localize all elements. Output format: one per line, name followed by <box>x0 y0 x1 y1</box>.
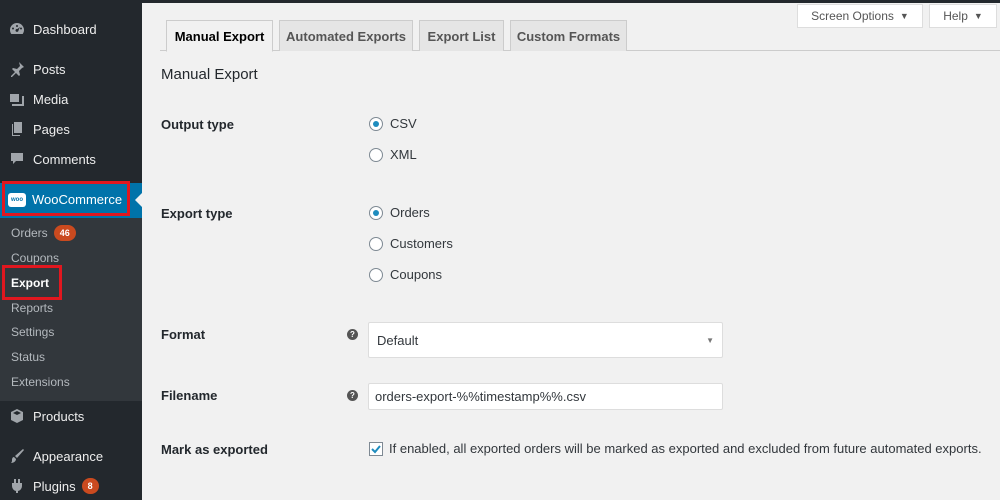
sidebar-item-label: Pages <box>33 121 70 137</box>
output-type-xml[interactable]: XML <box>369 147 417 162</box>
pages-icon <box>7 119 27 139</box>
top-strip <box>0 0 1000 3</box>
radio-button[interactable] <box>369 147 383 162</box>
caret-down-icon: ▼ <box>899 11 909 21</box>
format-select[interactable]: Default ▼ <box>368 322 723 358</box>
submenu-item-reports[interactable]: Reports <box>11 301 53 315</box>
tab-label: Export List <box>427 28 496 44</box>
submenu-label: Orders <box>11 226 48 240</box>
sidebar-item-label: WooCommerce <box>32 192 123 207</box>
submenu-label: Export <box>11 276 50 290</box>
output-type-label: Output type <box>161 117 234 132</box>
submenu-item-coupons[interactable]: Coupons <box>11 251 59 265</box>
submenu-item-export[interactable]: Export <box>11 276 49 290</box>
sidebar-item-label: Media <box>33 91 69 107</box>
submenu-label: Reports <box>11 301 54 315</box>
export-type-label: Export type <box>161 206 233 221</box>
output-type-csv[interactable]: CSV <box>369 116 417 131</box>
export-type-coupons[interactable]: Coupons <box>369 267 442 282</box>
sidebar-item-media[interactable]: Media <box>0 84 142 114</box>
current-menu-arrow <box>135 192 143 208</box>
radio-label: XML <box>390 147 417 162</box>
format-label: Format <box>161 327 206 342</box>
submenu-label: Coupons <box>11 251 60 265</box>
export-type-customers[interactable]: Customers <box>369 236 453 251</box>
sidebar-item-appearance[interactable]: Appearance <box>0 441 142 471</box>
help-label: Help <box>943 9 968 23</box>
sidebar-item-posts[interactable]: Posts <box>0 54 142 84</box>
mark-exported-label: Mark as exported <box>161 442 268 457</box>
admin-sidebar: Dashboard Posts Media Pages Comments woo… <box>0 0 143 500</box>
submenu-item-orders[interactable]: Orders 46 <box>11 225 76 241</box>
export-type-orders[interactable]: Orders <box>369 205 430 220</box>
radio-label: CSV <box>390 116 417 131</box>
sidebar-item-woocommerce[interactable]: woo WooCommerce <box>0 183 142 218</box>
screen-options-button[interactable]: Screen Options ▼ <box>797 4 923 28</box>
radio-button[interactable] <box>369 267 383 282</box>
tab-label: Manual Export <box>174 28 265 44</box>
radio-label: Coupons <box>390 267 443 282</box>
help-button[interactable]: Help ▼ <box>929 4 997 28</box>
sidebar-item-label: Plugins <box>33 478 76 494</box>
tab-automated-exports[interactable]: Automated Exports <box>279 20 413 51</box>
format-selected-value: Default <box>377 332 419 348</box>
sidebar-item-label: Comments <box>33 151 96 167</box>
radio-button[interactable] <box>369 236 383 251</box>
submenu-item-settings[interactable]: Settings <box>11 325 54 339</box>
radio-button[interactable] <box>369 116 383 131</box>
tab-manual-export[interactable]: Manual Export <box>166 20 273 52</box>
filename-input[interactable]: orders-export-%%timestamp%%.csv <box>368 383 723 410</box>
submenu-label: Settings <box>11 325 55 339</box>
dashboard-icon <box>7 19 27 39</box>
products-icon <box>7 406 27 426</box>
tab-label: Custom Formats <box>516 28 621 44</box>
page-title: Manual Export <box>161 66 258 83</box>
submenu-label: Status <box>11 350 46 364</box>
help-tip-icon[interactable]: ? <box>347 390 358 401</box>
caret-down-icon: ▼ <box>973 11 983 21</box>
checkmark-icon <box>371 444 381 453</box>
radio-label: Orders <box>390 205 430 220</box>
screen-options-label: Screen Options <box>811 9 894 23</box>
sidebar-item-plugins[interactable]: Plugins 8 <box>0 471 142 500</box>
plugin-icon <box>7 476 27 496</box>
sidebar-item-label: Posts <box>33 61 66 77</box>
sidebar-item-label: Appearance <box>33 448 104 464</box>
tab-export-list[interactable]: Export List <box>419 20 504 51</box>
orders-count-badge: 46 <box>53 225 76 241</box>
sidebar-item-pages[interactable]: Pages <box>0 114 142 144</box>
chevron-down-icon: ▼ <box>706 336 714 345</box>
mark-exported-description: If enabled, all exported orders will be … <box>389 441 982 456</box>
tab-custom-formats[interactable]: Custom Formats <box>510 20 627 51</box>
sidebar-item-comments[interactable]: Comments <box>0 144 142 174</box>
woocommerce-icon: woo <box>8 193 26 207</box>
plugins-update-badge: 8 <box>81 478 99 494</box>
mark-exported-checkbox[interactable] <box>369 441 383 456</box>
sidebar-item-label: Dashboard <box>33 21 97 37</box>
radio-label: Customers <box>390 236 453 251</box>
tab-label: Automated Exports <box>286 28 406 44</box>
brush-icon <box>7 446 27 466</box>
submenu-item-status[interactable]: Status <box>11 350 45 364</box>
media-icon <box>7 89 27 109</box>
sidebar-item-label: Products <box>33 408 85 424</box>
submenu-item-extensions[interactable]: Extensions <box>11 375 70 389</box>
comments-icon <box>7 149 27 169</box>
help-tip-icon[interactable]: ? <box>347 329 358 340</box>
sidebar-item-products[interactable]: Products <box>0 401 142 431</box>
filename-label: Filename <box>161 388 218 403</box>
submenu-label: Extensions <box>11 375 70 389</box>
filename-value: orders-export-%%timestamp%%.csv <box>375 389 586 404</box>
radio-button[interactable] <box>369 205 383 220</box>
sidebar-item-dashboard[interactable]: Dashboard <box>0 14 142 44</box>
pin-icon <box>7 59 27 79</box>
mark-exported-option[interactable]: If enabled, all exported orders will be … <box>369 441 982 456</box>
